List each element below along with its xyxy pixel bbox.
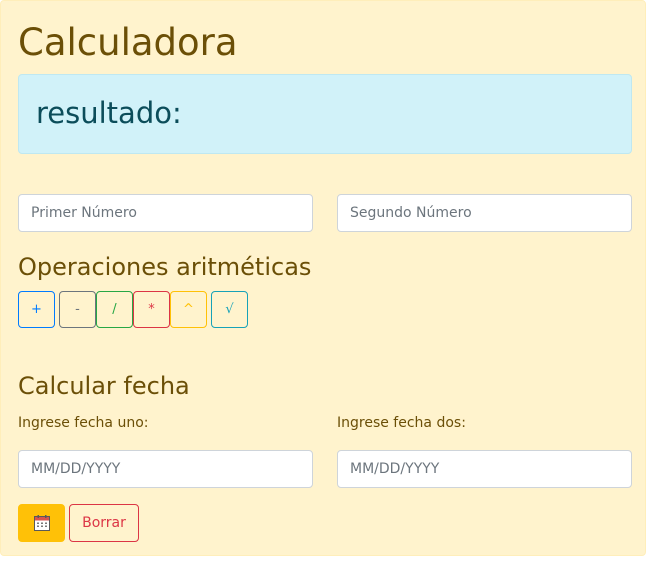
date-one-input[interactable] [18, 450, 313, 488]
calculator-card: Calculadora resultado: Operaciones aritm… [0, 0, 646, 556]
divide-button[interactable]: / [96, 291, 133, 328]
date-one-label: Ingrese fecha uno: [18, 415, 149, 431]
date-two-input[interactable] [337, 450, 632, 488]
page-title: Calculadora [18, 21, 238, 64]
square-root-button[interactable]: √ [211, 291, 248, 328]
calendar-icon [33, 515, 50, 531]
clear-button[interactable]: Borrar [69, 504, 139, 542]
add-button[interactable]: + [18, 291, 55, 328]
calculate-date-button[interactable] [18, 504, 65, 542]
operations-title: Operaciones aritméticas [18, 253, 312, 281]
date-section-title: Calcular fecha [18, 372, 190, 400]
result-panel: resultado: [18, 74, 632, 154]
result-label: resultado: [36, 96, 182, 130]
date-two-label: Ingrese fecha dos: [337, 415, 466, 431]
first-number-input[interactable] [18, 194, 313, 232]
multiply-button[interactable]: * [133, 291, 170, 328]
power-button[interactable]: ^ [170, 291, 207, 328]
second-number-input[interactable] [337, 194, 632, 232]
subtract-button[interactable]: - [59, 291, 96, 328]
